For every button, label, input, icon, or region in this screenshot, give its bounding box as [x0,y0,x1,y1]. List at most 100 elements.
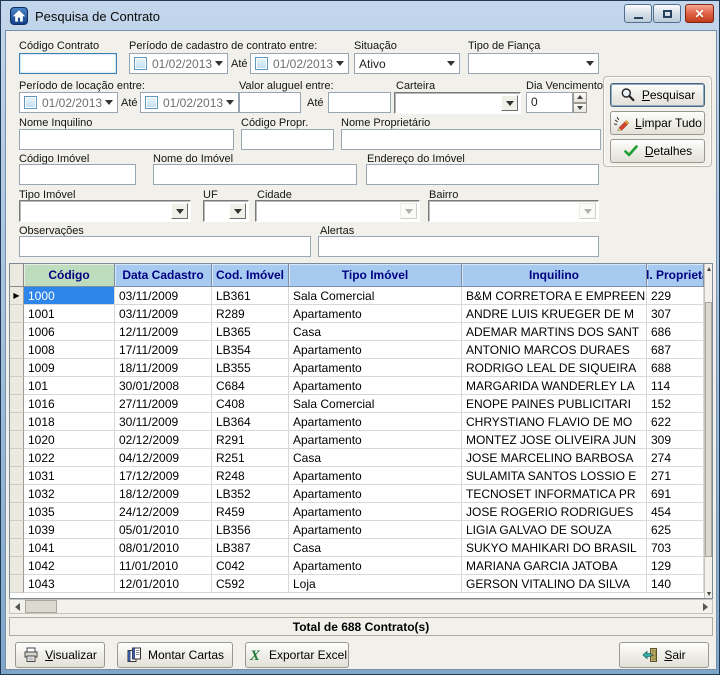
limpar-tudo-button[interactable]: Limpar Tudo [610,111,705,135]
grid-cell[interactable]: Apartamento [289,377,462,395]
grid-cell[interactable]: MARGARIDA WANDERLEY LA [462,377,647,395]
periodo-cadastro-to-datepicker[interactable]: 01/02/2013 [250,53,349,74]
observacoes-input[interactable] [19,236,311,257]
grid-cell[interactable]: Apartamento [289,431,462,449]
column-header-tipo-imovel[interactable]: Tipo Imóvel [289,264,462,287]
grid-cell[interactable]: 05/01/2010 [115,521,212,539]
table-row[interactable]: 104108/01/2010LB387CasaSUKYO MAHIKARI DO… [10,539,704,557]
periodo-locacao-from-datepicker[interactable]: 01/02/2013 [19,92,118,113]
dia-vencimento-input[interactable]: 0 [526,92,573,113]
minimize-button[interactable] [624,4,652,23]
endereco-imovel-input[interactable] [366,164,599,185]
valor-aluguel-to-input[interactable] [328,92,391,113]
grid-cell[interactable]: JOSE MARCELINO BARBOSA [462,449,647,467]
grid-cell[interactable]: 1031 [24,467,115,485]
grid-cell[interactable]: SULAMITA SANTOS LOSSIO E [462,467,647,485]
grid-cell[interactable]: 03/11/2009 [115,287,212,305]
spin-up-button[interactable] [573,92,587,103]
grid-cell[interactable]: LIGIA GALVAO DE SOUZA [462,521,647,539]
grid-cell[interactable]: R251 [212,449,289,467]
table-row[interactable]: 100918/11/2009LB355ApartamentoRODRIGO LE… [10,359,704,377]
grid-cell[interactable]: ANDRE LUIS KRUEGER DE M [462,305,647,323]
table-row[interactable]: 100612/11/2009LB365CasaADEMAR MARTINS DO… [10,323,704,341]
sair-button[interactable]: Sair [619,642,709,668]
grid-cell[interactable]: C408 [212,395,289,413]
table-row[interactable]: 104211/01/2010C042ApartamentoMARIANA GAR… [10,557,704,575]
grid-cell[interactable]: 04/12/2009 [115,449,212,467]
grid-cell[interactable]: R291 [212,431,289,449]
exportar-excel-button[interactable]: X Exportar Excel [245,642,349,668]
grid-cell[interactable]: R289 [212,305,289,323]
horizontal-scrollbar[interactable] [9,599,713,614]
visualizar-button[interactable]: Visualizar [15,642,105,668]
grid-cell[interactable]: 1020 [24,431,115,449]
grid-cell[interactable]: ANTONIO MARCOS DURAES [462,341,647,359]
grid-cell[interactable]: LB365 [212,323,289,341]
grid-cell[interactable]: Sala Comercial [289,395,462,413]
column-header-inquilino[interactable]: Inquilino [462,264,647,287]
grid-cell[interactable]: 1018 [24,413,115,431]
grid-cell[interactable]: 11/01/2010 [115,557,212,575]
table-row[interactable]: 103905/01/2010LB356ApartamentoLIGIA GALV… [10,521,704,539]
grid-cell[interactable]: 24/12/2009 [115,503,212,521]
grid-cell[interactable]: 1042 [24,557,115,575]
grid-cell[interactable]: R459 [212,503,289,521]
grid-cell[interactable]: C592 [212,575,289,593]
grid-cell[interactable]: 152 [647,395,704,413]
table-row[interactable]: 100103/11/2009R289ApartamentoANDRE LUIS … [10,305,704,323]
grid-cell[interactable]: 1001 [24,305,115,323]
grid-cell[interactable]: 229 [647,287,704,305]
horizontal-scroll-thumb[interactable] [25,600,57,613]
scroll-right-button[interactable] [698,600,712,613]
grid-cell[interactable]: 140 [647,575,704,593]
grid-cell[interactable]: 30/01/2008 [115,377,212,395]
grid-cell[interactable]: CHRYSTIANO FLAVIO DE MO [462,413,647,431]
grid-cell[interactable]: ADEMAR MARTINS DOS SANT [462,323,647,341]
grid-cell[interactable]: 1041 [24,539,115,557]
column-header-codigo[interactable]: Código [24,264,115,287]
table-row[interactable]: 103117/12/2009R248ApartamentoSULAMITA SA… [10,467,704,485]
alertas-input[interactable] [318,236,599,257]
grid-cell[interactable]: 101 [24,377,115,395]
grid-cell[interactable]: 687 [647,341,704,359]
grid-cell[interactable]: RODRIGO LEAL DE SIQUEIRA [462,359,647,377]
scroll-left-button[interactable] [10,600,24,613]
grid-cell[interactable]: SUKYO MAHIKARI DO BRASIL [462,539,647,557]
grid-cell[interactable]: GERSON VITALINO DA SILVA [462,575,647,593]
grid-cell[interactable]: Apartamento [289,467,462,485]
scroll-up-button[interactable] [705,264,712,273]
grid-cell[interactable]: 1009 [24,359,115,377]
codigo-propr-input[interactable] [241,129,334,150]
date-enable-checkbox[interactable] [24,96,37,109]
grid-cell[interactable]: 08/01/2010 [115,539,212,557]
grid-cell[interactable]: Sala Comercial [289,287,462,305]
tipo-imovel-select[interactable] [19,200,191,222]
grid-cell[interactable]: 27/11/2009 [115,395,212,413]
nome-imovel-input[interactable] [153,164,357,185]
column-header-data-cadastro[interactable]: Data Cadastro [115,264,212,287]
grid-cell[interactable]: 1000 [24,287,115,305]
grid-cell[interactable]: Apartamento [289,521,462,539]
date-enable-checkbox[interactable] [134,57,147,70]
grid-cell[interactable]: 454 [647,503,704,521]
nome-inquilino-input[interactable] [19,129,234,150]
grid-cell[interactable]: MONTEZ JOSE OLIVEIRA JUN [462,431,647,449]
grid-cell[interactable]: Apartamento [289,485,462,503]
grid-cell[interactable]: 129 [647,557,704,575]
vertical-scroll-thumb[interactable] [705,302,712,557]
grid-cell[interactable]: 625 [647,521,704,539]
grid-cell[interactable]: B&M CORRETORA E EMPREENDIMENTOS [462,287,647,305]
column-header-cod-imovel[interactable]: Cod. Imóvel [212,264,289,287]
grid-cell[interactable]: JOSE ROGERIO RODRIGUES [462,503,647,521]
grid-cell[interactable]: LB364 [212,413,289,431]
grid-cell[interactable]: LB356 [212,521,289,539]
table-row[interactable]: 104312/01/2010C592LojaGERSON VITALINO DA… [10,575,704,593]
grid-cell[interactable]: Apartamento [289,359,462,377]
nome-proprietario-input[interactable] [341,129,601,150]
table-row[interactable]: 103218/12/2009LB352ApartamentoTECNOSET I… [10,485,704,503]
grid-cell[interactable]: 114 [647,377,704,395]
date-enable-checkbox[interactable] [255,57,268,70]
periodo-cadastro-from-datepicker[interactable]: 01/02/2013 [129,53,228,74]
table-row[interactable]: 101830/11/2009LB364ApartamentoCHRYSTIANO… [10,413,704,431]
close-button[interactable]: ✕ [685,4,714,23]
